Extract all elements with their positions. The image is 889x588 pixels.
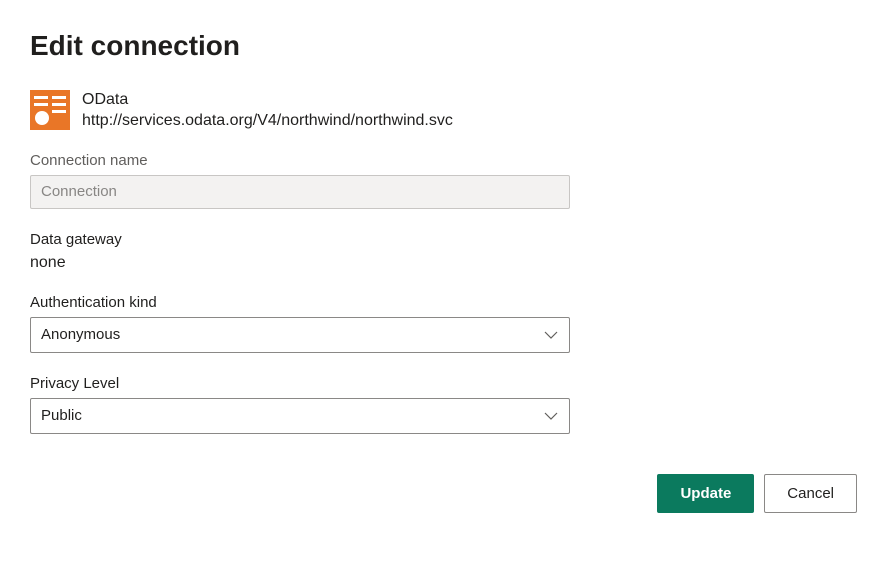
page-title: Edit connection <box>30 30 859 62</box>
authentication-kind-label: Authentication kind <box>30 294 570 311</box>
connection-type-label: OData <box>82 90 453 111</box>
connection-name-input[interactable] <box>30 175 570 209</box>
button-row: Update Cancel <box>30 474 859 513</box>
privacy-level-label: Privacy Level <box>30 375 570 392</box>
odata-icon <box>30 90 70 130</box>
data-gateway-value: none <box>30 254 570 272</box>
connection-name-label: Connection name <box>30 152 570 169</box>
field-data-gateway: Data gateway none <box>30 231 570 272</box>
connection-url-label: http://services.odata.org/V4/northwind/n… <box>82 111 453 132</box>
cancel-button[interactable]: Cancel <box>764 474 857 513</box>
field-connection-name: Connection name <box>30 152 570 209</box>
privacy-level-select[interactable]: Public <box>30 398 570 434</box>
data-gateway-label: Data gateway <box>30 231 570 248</box>
update-button[interactable]: Update <box>657 474 754 513</box>
connection-info: OData http://services.odata.org/V4/north… <box>82 90 453 132</box>
authentication-kind-select[interactable]: Anonymous <box>30 317 570 353</box>
connection-header: OData http://services.odata.org/V4/north… <box>30 90 859 132</box>
field-privacy-level: Privacy Level Public <box>30 375 570 434</box>
field-authentication-kind: Authentication kind Anonymous <box>30 294 570 353</box>
